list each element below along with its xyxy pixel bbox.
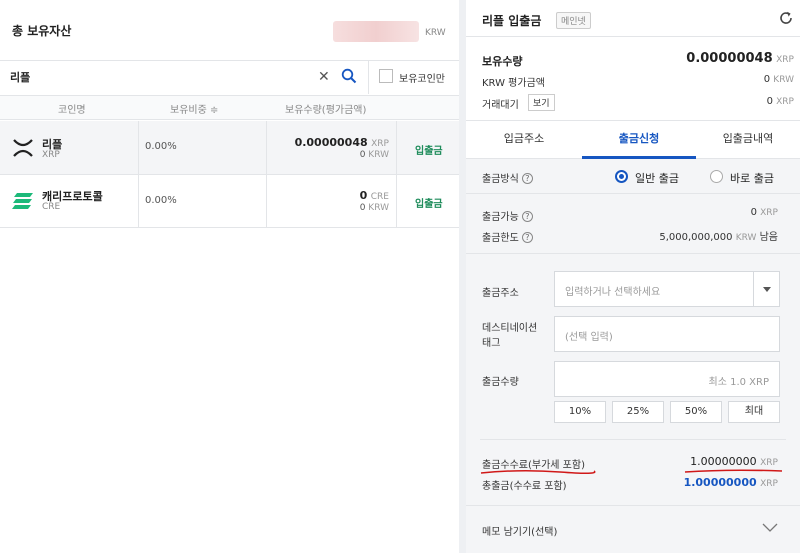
assets-panel: 총 보유자산 KRW ✕ 보유코인만 코인명 보유비중 ≑ 보유수량(평가금액)… <box>0 0 459 553</box>
pct-50-button[interactable]: 50% <box>670 401 722 423</box>
cre-logo-icon <box>12 192 34 210</box>
fee-underline <box>480 469 596 475</box>
total-value: 1.00000000 XRP <box>683 476 778 489</box>
coin-krw: 0 KRW <box>359 150 389 160</box>
holdings-value: 0.00000048 XRP <box>686 51 794 66</box>
coin-share: 0.00% <box>145 141 177 152</box>
help-icon: ? <box>521 211 533 222</box>
coin-share: 0.00% <box>145 195 177 206</box>
pct-25-button[interactable]: 25% <box>612 401 664 423</box>
search-icon[interactable] <box>341 68 357 84</box>
coin-symbol: CRE <box>42 202 61 212</box>
coin-symbol: XRP <box>42 150 60 160</box>
memo-label[interactable]: 메모 남기기(선택) <box>482 523 557 538</box>
coin-amount: 0 CRE <box>359 189 389 202</box>
method-label: 출금방식? <box>482 170 533 185</box>
deposit-withdraw-link[interactable]: 입출금 <box>415 142 443 157</box>
help-icon: ? <box>521 232 533 243</box>
col-holding: 보유수량(평가금액) <box>285 105 367 116</box>
total-value-blurred <box>333 21 419 42</box>
fee-value-underline <box>684 469 783 473</box>
deposit-withdraw-link[interactable]: 입출금 <box>415 195 443 210</box>
limit-label: 출금한도? <box>482 229 533 244</box>
tag-input[interactable]: (선택 입력) <box>554 316 780 352</box>
amount-label: 출금수량 <box>482 377 519 388</box>
deposit-withdraw-panel: 리플 입출금 메인넷 보유수량 0.00000048 XRP KRW 평가금액 … <box>466 0 800 553</box>
pending-label: 거래대기 <box>482 100 519 111</box>
chevron-down-icon[interactable] <box>762 523 778 533</box>
chevron-down-icon <box>763 287 771 292</box>
clear-icon[interactable]: ✕ <box>318 69 330 85</box>
help-icon: ? <box>521 173 533 184</box>
pending-value: 0 XRP <box>766 96 794 107</box>
radio-instant-label[interactable]: 바로 출금 <box>730 170 774 186</box>
pct-10-button[interactable]: 10% <box>554 401 606 423</box>
table-row[interactable]: 캐리프로토콜 CRE 0.00% 0 CRE 0 KRW 입출금 <box>0 175 459 227</box>
col-share[interactable]: 보유비중 ≑ <box>170 101 218 116</box>
mainnet-badge: 메인넷 <box>556 12 591 29</box>
table-row[interactable]: 리플 XRP 0.00% 0.00000048 XRP 0 KRW 입출금 <box>0 121 459 174</box>
radio-normal[interactable] <box>615 170 628 183</box>
total-label: 총출금(수수료 포함) <box>482 481 567 492</box>
radio-normal-label[interactable]: 일반 출금 <box>635 170 679 186</box>
max-button[interactable]: 최대 <box>728 401 780 423</box>
owned-only-label: 보유코인만 <box>399 74 445 85</box>
available-value: 0 XRP <box>750 207 778 218</box>
tab-history[interactable]: 입출금내역 <box>696 130 800 146</box>
assets-title: 총 보유자산 <box>12 24 72 38</box>
krw-eval-value: 0 KRW <box>763 74 794 85</box>
holdings-label: 보유수량 <box>482 55 523 68</box>
available-label: 출금가능? <box>482 208 533 223</box>
withdraw-form: 출금방식? 일반 출금 바로 출금 출금가능? 0 XRP 출금한도? 5,00… <box>466 159 800 553</box>
address-input[interactable]: 입력하거나 선택하세요 <box>554 271 754 307</box>
xrp-logo-icon <box>12 137 34 159</box>
address-label: 출금주소 <box>482 288 519 299</box>
owned-only-checkbox[interactable] <box>379 69 393 83</box>
amount-input[interactable]: 최소 1.0 XRP <box>554 361 780 397</box>
search-input[interactable] <box>10 66 310 88</box>
radio-instant[interactable] <box>710 170 723 183</box>
refresh-icon[interactable] <box>778 10 794 26</box>
fee-value: 1.00000000 XRP <box>690 455 778 468</box>
tab-deposit-address[interactable]: 입금주소 <box>466 130 582 146</box>
address-dropdown[interactable] <box>753 271 780 307</box>
view-pending-button[interactable]: 보기 <box>528 94 555 111</box>
limit-value: 5,000,000,000 KRW 남음 <box>659 232 778 243</box>
tab-withdraw-request[interactable]: 출금신청 <box>582 130 696 146</box>
panel-title: 리플 입출금 <box>482 14 542 28</box>
coin-krw: 0 KRW <box>359 203 389 213</box>
col-coin: 코인명 <box>58 105 86 116</box>
tag-label: 데스티네이션 태그 <box>482 323 538 349</box>
coin-amount: 0.00000048 XRP <box>294 136 389 149</box>
krw-eval-label: KRW 평가금액 <box>482 78 545 89</box>
total-unit: KRW <box>425 28 446 38</box>
